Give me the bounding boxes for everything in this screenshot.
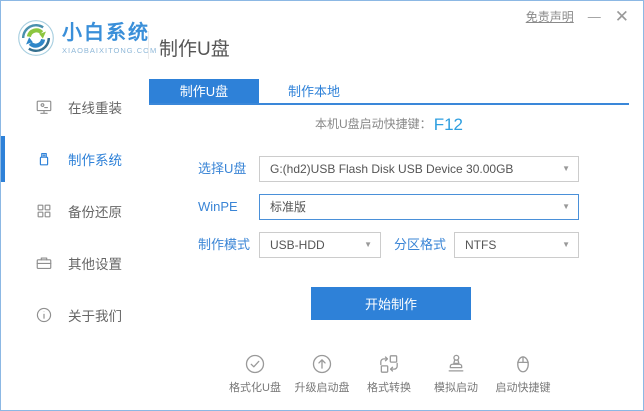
sidebar-item-label: 关于我们 bbox=[68, 309, 122, 324]
sidebar: 在线重装 制作系统 备份还原 其他设置 关于我们 bbox=[1, 81, 149, 341]
upgrade-disk-icon bbox=[312, 354, 332, 374]
sidebar-item-about-us[interactable]: 关于我们 bbox=[1, 289, 149, 341]
tool-format-usb[interactable]: 格式化U盘 bbox=[223, 352, 287, 395]
format-usb-icon bbox=[245, 354, 265, 374]
winpe-select-label: WinPE bbox=[198, 199, 238, 214]
make-mode-value: USB-HDD bbox=[270, 238, 325, 252]
tool-upgrade-disk[interactable]: 升级启动盘 bbox=[290, 352, 354, 395]
logo-subtitle: XIAOBAIXITONG.COM bbox=[62, 45, 158, 55]
tool-simulate-boot[interactable]: 模拟启动 bbox=[424, 352, 488, 395]
boot-hotkey-line: 本机U盘启动快捷键： F12 bbox=[149, 115, 629, 135]
simulate-boot-icon bbox=[448, 354, 464, 372]
backup-grid-icon bbox=[37, 204, 51, 218]
boot-hotkey-icon bbox=[517, 356, 529, 373]
info-icon bbox=[36, 307, 52, 323]
sidebar-item-make-system[interactable]: 制作系统 bbox=[1, 133, 149, 185]
partition-format-value: NTFS bbox=[465, 238, 497, 252]
sidebar-item-other-settings[interactable]: 其他设置 bbox=[1, 237, 149, 289]
winpe-select-dropdown[interactable]: 标准版 ▼ bbox=[259, 194, 579, 220]
header-divider bbox=[148, 31, 149, 59]
logo-text: 小白系统 XIAOBAIXITONG.COM bbox=[62, 22, 157, 55]
sidebar-item-label: 其他设置 bbox=[68, 257, 122, 272]
briefcase-icon bbox=[36, 257, 52, 269]
winpe-select-value: 标准版 bbox=[270, 200, 307, 214]
tool-label: 升级启动盘 bbox=[294, 382, 350, 394]
chevron-down-icon: ▼ bbox=[562, 240, 570, 249]
close-button[interactable]: ✕ bbox=[615, 8, 629, 25]
tool-format-convert[interactable]: 格式转换 bbox=[357, 352, 421, 395]
chevron-down-icon: ▼ bbox=[562, 202, 570, 211]
tool-label: 格式转换 bbox=[367, 382, 411, 394]
sidebar-item-label: 备份还原 bbox=[68, 205, 122, 220]
logo-title: 小白系统 bbox=[62, 21, 150, 44]
sidebar-item-backup-restore[interactable]: 备份还原 bbox=[1, 185, 149, 237]
usb-select-dropdown[interactable]: G:(hd2)USB Flash Disk USB Device 30.00GB… bbox=[259, 156, 579, 182]
sidebar-item-label: 在线重装 bbox=[68, 101, 122, 116]
partition-format-label: 分区格式 bbox=[394, 237, 447, 252]
tab-bar: 制作U盘 制作本地 bbox=[149, 79, 629, 105]
sidebar-item-label: 制作系统 bbox=[68, 153, 122, 168]
disclaimer-link[interactable]: 免责声明 bbox=[526, 8, 574, 25]
partition-format-dropdown[interactable]: NTFS ▼ bbox=[454, 232, 579, 258]
usb-select-label: 选择U盘 bbox=[198, 161, 247, 176]
monitor-icon bbox=[36, 100, 52, 114]
tool-label: 启动快捷键 bbox=[495, 382, 551, 394]
tool-label: 格式化U盘 bbox=[229, 382, 281, 394]
tool-boot-hotkey[interactable]: 启动快捷键 bbox=[491, 352, 555, 395]
sidebar-item-online-reinstall[interactable]: 在线重装 bbox=[1, 81, 149, 133]
app-window: 免责声明 — ✕ 小白系统 XIAOBAIXITONG.COM 制作U盘 在线重… bbox=[0, 0, 644, 411]
window-controls: 免责声明 — ✕ bbox=[526, 8, 629, 25]
boot-hotkey-label: 本机U盘启动快捷键： bbox=[315, 117, 432, 131]
logo-swirl-icon bbox=[18, 20, 54, 56]
tab-make-local[interactable]: 制作本地 bbox=[259, 79, 369, 103]
tool-label: 模拟启动 bbox=[434, 382, 478, 394]
boot-hotkey-value: F12 bbox=[433, 115, 463, 134]
tab-make-usb[interactable]: 制作U盘 bbox=[149, 79, 259, 103]
minimize-button[interactable]: — bbox=[588, 10, 601, 23]
chevron-down-icon: ▼ bbox=[364, 240, 372, 249]
start-make-button[interactable]: 开始制作 bbox=[311, 287, 471, 320]
chevron-down-icon: ▼ bbox=[562, 164, 570, 173]
usb-select-value: G:(hd2)USB Flash Disk USB Device 30.00GB bbox=[270, 162, 514, 176]
make-mode-dropdown[interactable]: USB-HDD ▼ bbox=[259, 232, 381, 258]
usb-drive-icon bbox=[39, 153, 49, 166]
format-convert-icon bbox=[380, 355, 398, 373]
page-title: 制作U盘 bbox=[159, 39, 230, 60]
make-mode-label: 制作模式 bbox=[198, 237, 251, 252]
app-logo: 小白系统 XIAOBAIXITONG.COM bbox=[17, 19, 157, 57]
footer-toolbar: 格式化U盘 升级启动盘 格式转换 模拟启动 启动快捷键 bbox=[149, 352, 629, 395]
